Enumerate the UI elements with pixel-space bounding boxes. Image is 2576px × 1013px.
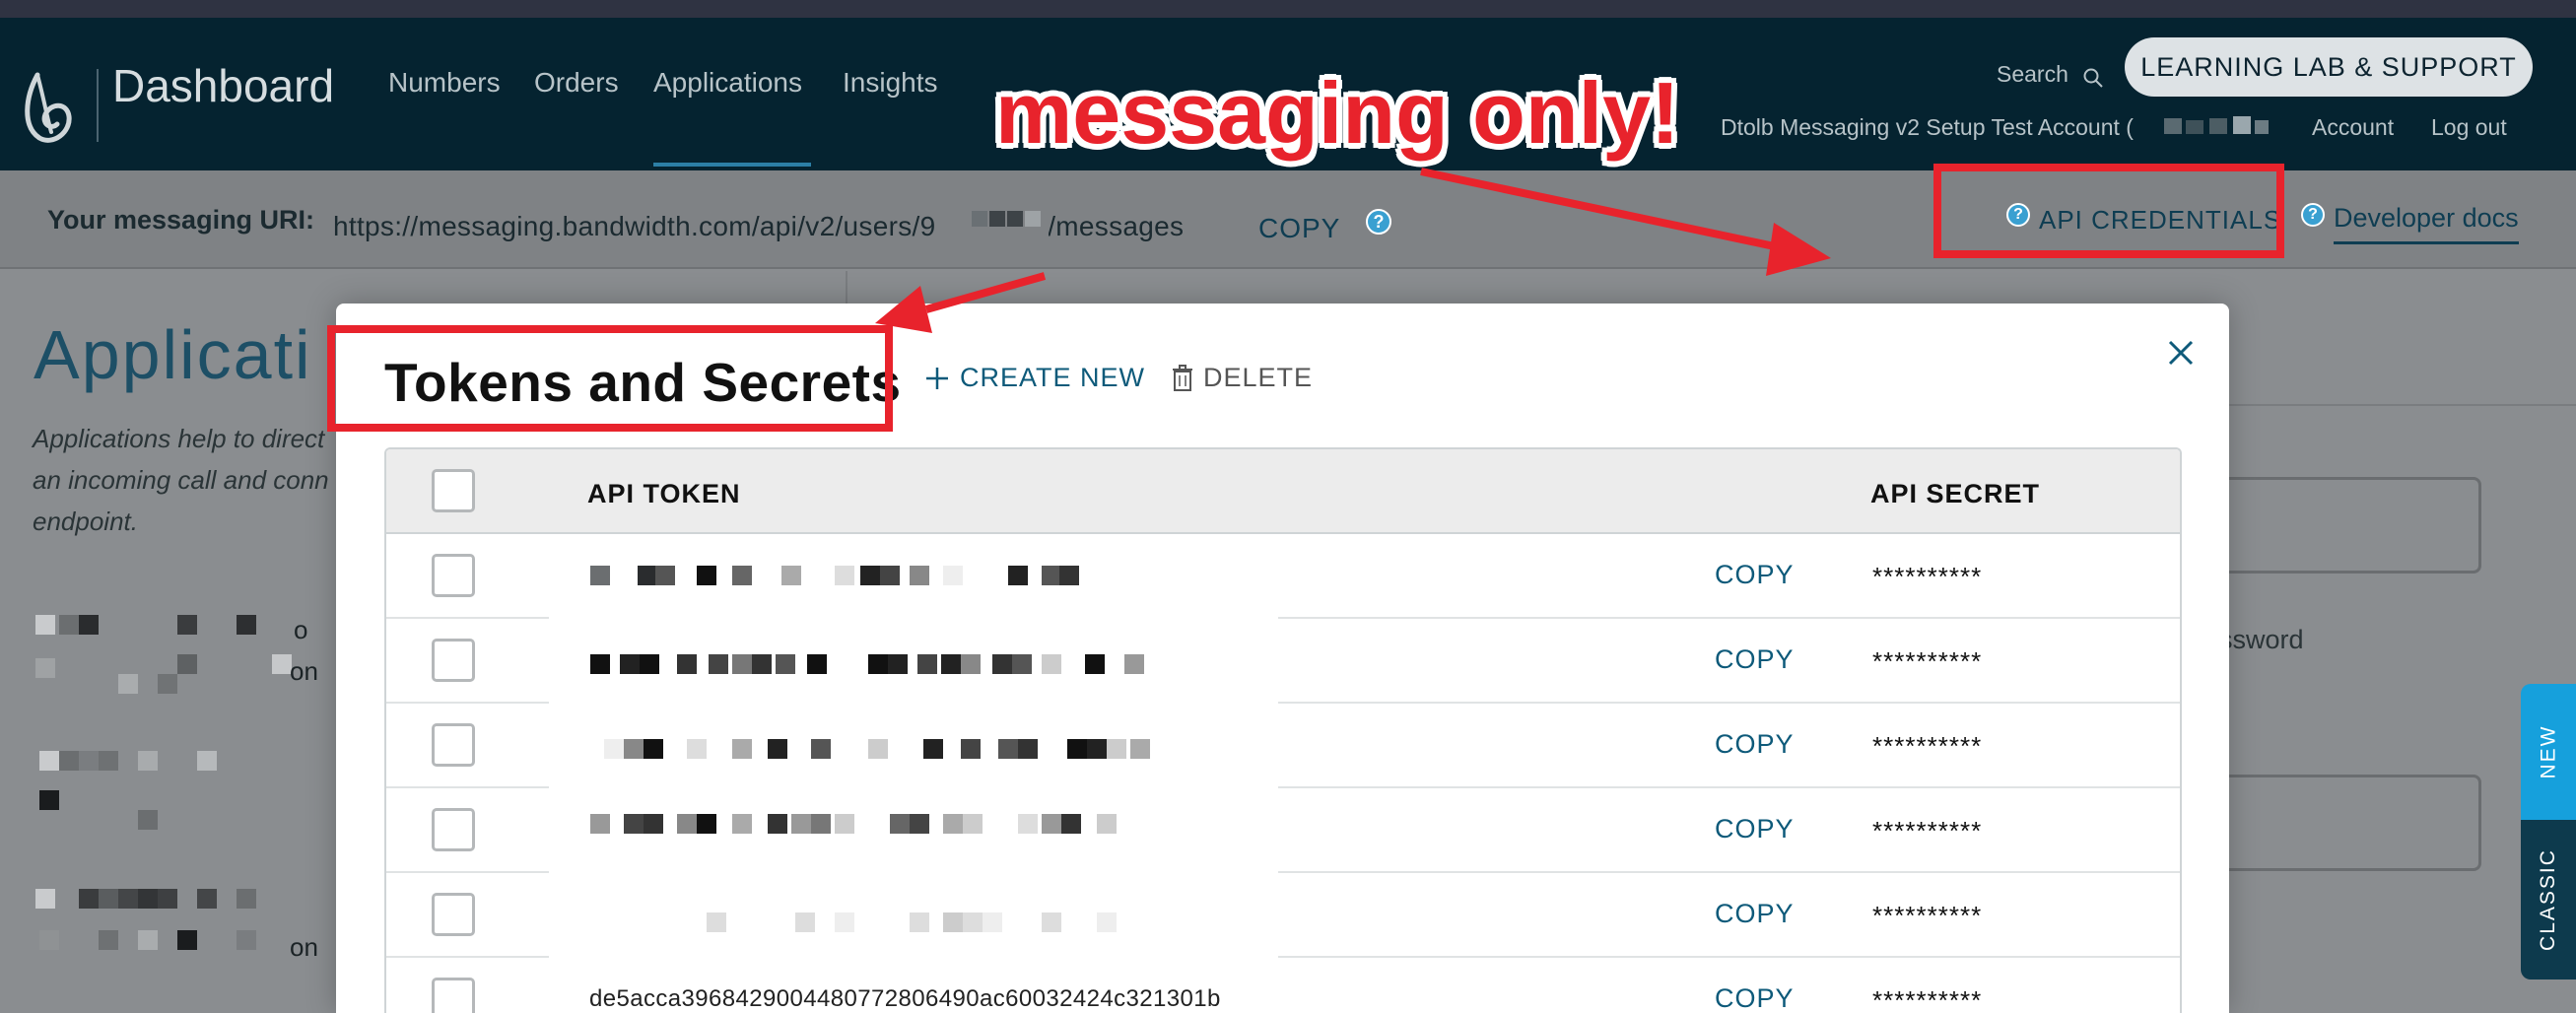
copy-token-button[interactable]: COPY (1715, 560, 1795, 590)
account-link[interactable]: Account (2312, 114, 2394, 141)
api-secret-header: API SECRET (1870, 479, 2041, 508)
redacted-api-token (549, 704, 1278, 790)
plus-icon (926, 367, 948, 389)
account-name: Dtolb Messaging v2 Setup Test Account ( (1721, 114, 2134, 140)
api-secret-value: ********** (1872, 731, 1983, 761)
table-row: COPY ********** (386, 788, 2180, 875)
active-nav-indicator (653, 163, 811, 167)
row-checkbox[interactable] (432, 554, 475, 597)
learning-lab-support-button[interactable]: LEARNING LAB & SUPPORT (2125, 37, 2533, 97)
redacted-api-token (549, 788, 1278, 875)
uri-help-icon[interactable]: ? (1366, 209, 1391, 235)
dashboard-brand[interactable]: Dashboard (112, 59, 334, 112)
create-new-label: CREATE NEW (960, 363, 1146, 392)
api-token-header: API TOKEN (587, 479, 741, 508)
applications-description: Applications help to direct an incoming … (33, 424, 329, 536)
api-secret-value: ********** (1872, 816, 1983, 845)
nav-insights[interactable]: Insights (843, 67, 938, 99)
details-input-field[interactable] (2217, 775, 2481, 871)
search-icon[interactable] (2082, 67, 2104, 89)
copy-token-button[interactable]: COPY (1715, 899, 1795, 929)
trash-icon (1173, 364, 1192, 391)
developer-docs-link[interactable]: Developer docs (2334, 203, 2519, 244)
application-list-item-label: on (290, 932, 318, 962)
copy-token-button[interactable]: COPY (1715, 983, 1795, 1013)
copy-uri-button[interactable]: COPY (1258, 213, 1340, 244)
table-row: COPY ********** (386, 619, 2180, 706)
row-checkbox[interactable] (432, 723, 475, 767)
table-row: de5acca3968429004480772806490ac60032424c… (386, 958, 2180, 1013)
classic-ui-tab[interactable]: CLASSIC (2521, 820, 2576, 979)
nav-numbers[interactable]: Numbers (388, 67, 501, 99)
new-ui-tab[interactable]: NEW (2521, 684, 2576, 820)
delete-button[interactable]: DELETE (1172, 363, 1313, 393)
copy-token-button[interactable]: COPY (1715, 814, 1795, 844)
copy-token-button[interactable]: COPY (1715, 644, 1795, 675)
table-row: COPY ********** (386, 534, 2180, 621)
api-secret-value: ********** (1872, 562, 1983, 591)
row-checkbox[interactable] (432, 893, 475, 936)
messaging-uri-label: Your messaging URI: (47, 205, 315, 235)
developer-docs-help-icon[interactable]: ? (2301, 203, 2325, 227)
search-link[interactable]: Search (1997, 61, 2068, 88)
create-new-button[interactable]: CREATE NEW (924, 363, 1145, 393)
nav-applications[interactable]: Applications (653, 67, 802, 99)
messaging-uri-start: https://messaging.bandwidth.com/api/v2/u… (333, 211, 936, 241)
details-input-field[interactable] (2217, 477, 2481, 574)
applications-title: Applicati (34, 316, 312, 393)
bandwidth-logo-icon[interactable] (18, 67, 79, 148)
api-secret-value: ********** (1872, 901, 1983, 930)
api-secret-value: ********** (1872, 985, 1983, 1013)
select-all-checkbox[interactable] (432, 469, 475, 512)
close-icon[interactable] (2164, 336, 2198, 370)
api-token-value: de5acca3968429004480772806490ac60032424c… (589, 985, 1221, 1012)
redacted-account-id (2164, 116, 2269, 134)
api-secret-value: ********** (1872, 646, 1983, 676)
application-list-item-label: o (294, 615, 308, 644)
redacted-api-token (549, 873, 1278, 960)
row-checkbox[interactable] (432, 639, 475, 682)
redacted-user-id (968, 207, 1049, 238)
redacted-api-token (549, 619, 1278, 706)
application-list-item-label: on (290, 656, 318, 686)
password-label: ssword (2219, 625, 2304, 654)
delete-label: DELETE (1203, 363, 1314, 392)
row-checkbox[interactable] (432, 978, 475, 1013)
nav-orders[interactable]: Orders (534, 67, 619, 99)
table-row: COPY ********** (386, 704, 2180, 790)
messaging-uri-value: https://messaging.bandwidth.com/api/v2/u… (333, 211, 1184, 242)
window-top-strip (0, 0, 2576, 18)
tokens-title-highlight-box (327, 325, 893, 432)
new-ui-tab-label: NEW (2537, 724, 2559, 779)
annotation-messaging-only: messaging only! (995, 64, 1680, 162)
api-credentials-highlight-box (1933, 164, 2284, 258)
table-row: COPY ********** (386, 873, 2180, 960)
copy-token-button[interactable]: COPY (1715, 729, 1795, 760)
redacted-api-token (549, 534, 1278, 621)
row-checkbox[interactable] (432, 808, 475, 851)
classic-ui-tab-label: CLASSIC (2537, 848, 2559, 951)
logout-link[interactable]: Log out (2431, 114, 2507, 141)
table-header: API TOKEN API SECRET (386, 449, 2180, 534)
tokens-table: API TOKEN API SECRET COPY ********** COP… (384, 447, 2182, 1013)
logo-divider (97, 69, 99, 142)
